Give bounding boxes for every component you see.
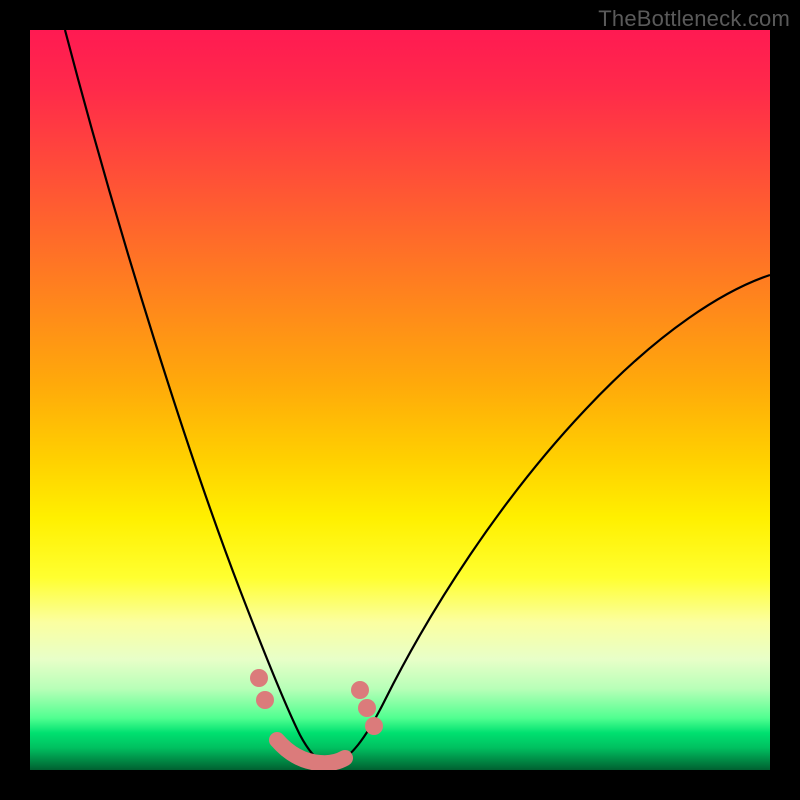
right-marker-c	[365, 717, 383, 735]
attribution-text: TheBottleneck.com	[598, 6, 790, 32]
right-marker-b	[358, 699, 376, 717]
chart-svg	[30, 30, 770, 770]
left-marker-lower	[256, 691, 274, 709]
left-curve	[65, 30, 325, 764]
left-marker-upper	[250, 669, 268, 687]
right-curve	[335, 275, 770, 764]
chart-area	[30, 30, 770, 770]
right-marker-a	[351, 681, 369, 699]
